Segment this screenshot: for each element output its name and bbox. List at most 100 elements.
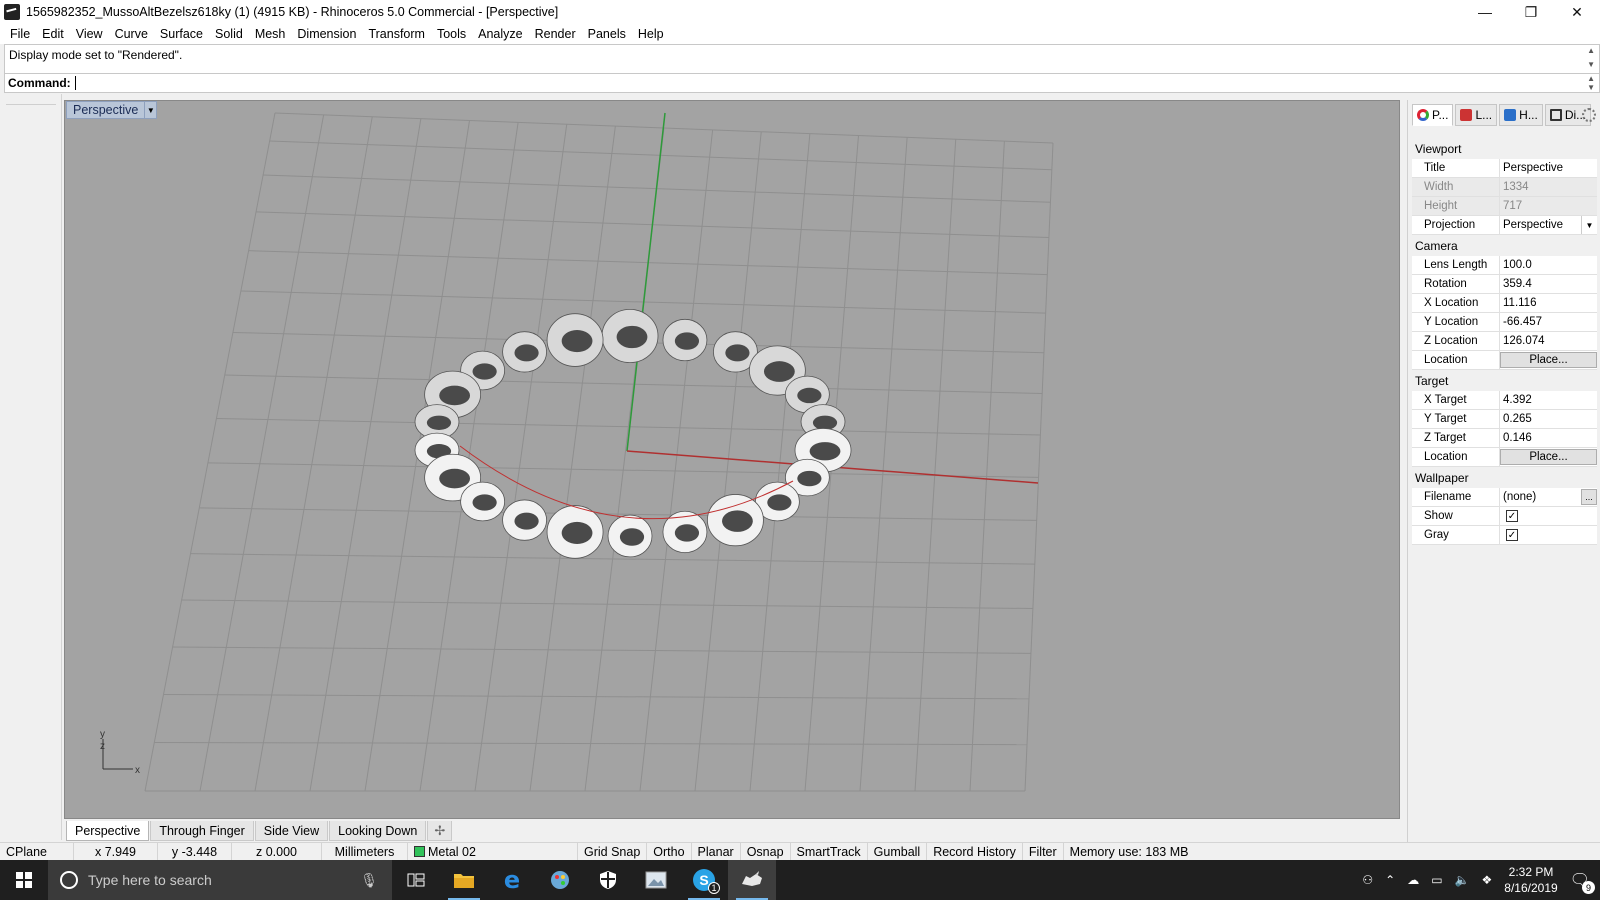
lens-length-field[interactable]: 100.0 [1500, 256, 1597, 274]
people-icon[interactable]: ⚇ [1362, 873, 1373, 887]
z-target-field[interactable]: 0.146 [1500, 429, 1597, 447]
tab-perspective[interactable]: Perspective [66, 821, 150, 841]
toolbar-grip[interactable] [6, 104, 56, 105]
menu-dimension[interactable]: Dimension [291, 27, 362, 41]
target-place-button[interactable]: Place... [1500, 449, 1597, 465]
layer-selector[interactable]: Metal 02 [408, 842, 578, 861]
tab-side-view[interactable]: Side View [254, 821, 329, 841]
x-target-field[interactable]: 4.392 [1500, 391, 1597, 409]
camera-place-button[interactable]: Place... [1500, 352, 1597, 368]
menu-curve[interactable]: Curve [109, 27, 154, 41]
edge-browser-icon[interactable]: e [488, 860, 536, 900]
show-checkbox[interactable]: ✓ [1506, 510, 1518, 522]
grid-line [199, 114, 325, 792]
properties-icon [1417, 109, 1429, 121]
menu-mesh[interactable]: Mesh [249, 27, 292, 41]
task-view-icon[interactable] [392, 860, 440, 900]
rhino-taskbar-icon[interactable] [728, 860, 776, 900]
add-viewport-tab-icon[interactable]: ✢ [427, 821, 453, 841]
tab-layers[interactable]: L... [1455, 104, 1498, 126]
action-center-icon[interactable]: 🗨 9 [1570, 870, 1595, 894]
windows-start-button[interactable] [0, 860, 48, 900]
dropbox-icon[interactable]: ❖ [1482, 873, 1493, 887]
security-shield-icon[interactable] [584, 860, 632, 900]
axis-label-z: z [100, 741, 105, 752]
gray-checkbox[interactable]: ✓ [1506, 529, 1518, 541]
bezel-ring-segment [707, 494, 764, 547]
spin-up-icon[interactable]: ▲ [1587, 74, 1595, 83]
menu-transform[interactable]: Transform [362, 27, 431, 41]
image-viewer-icon[interactable] [632, 860, 680, 900]
scroll-down-icon[interactable]: ▼ [1587, 60, 1595, 69]
perspective-viewport[interactable]: x y z Perspective ▼ [64, 100, 1400, 819]
viewport-title-field[interactable]: Perspective [1500, 159, 1597, 177]
gumball-toggle[interactable]: Gumball [868, 842, 928, 861]
skype-icon[interactable]: S 1 [680, 860, 728, 900]
viewport-scene[interactable]: x y z [65, 101, 1400, 819]
minimize-button[interactable]: — [1462, 0, 1508, 24]
title-bar: 1565982352_MussoAltBezelsz618ky (1) (491… [0, 0, 1600, 24]
browse-file-button[interactable]: ... [1581, 489, 1597, 505]
menu-render[interactable]: Render [529, 27, 582, 41]
menu-file[interactable]: File [4, 27, 36, 41]
osnap-toggle[interactable]: Osnap [741, 842, 791, 861]
taskbar-search-box[interactable]: Type here to search 🎙 [48, 860, 392, 900]
y-location-field[interactable]: -66.457 [1500, 313, 1597, 331]
file-explorer-icon[interactable] [440, 860, 488, 900]
prop-key: Location [1412, 448, 1500, 466]
prop-key: X Target [1412, 391, 1500, 409]
command-history[interactable]: Display mode set to "Rendered". ▲ ▼ [4, 44, 1600, 74]
chevron-up-icon[interactable]: ⌃ [1385, 873, 1395, 887]
taskbar-clock[interactable]: 2:32 PM 8/16/2019 [1504, 864, 1557, 896]
ring-model[interactable] [414, 308, 852, 559]
x-location-field[interactable]: 11.116 [1500, 294, 1597, 312]
scroll-up-icon[interactable]: ▲ [1587, 46, 1595, 55]
restore-button[interactable]: ❐ [1508, 0, 1554, 24]
cplane-toggle[interactable]: CPlane [0, 842, 74, 861]
menu-analyze[interactable]: Analyze [472, 27, 528, 41]
menu-solid[interactable]: Solid [209, 27, 249, 41]
close-button[interactable]: ✕ [1554, 0, 1600, 24]
y-target-field[interactable]: 0.265 [1500, 410, 1597, 428]
menu-view[interactable]: View [70, 27, 109, 41]
command-input-caret[interactable] [74, 76, 76, 90]
viewport-menu-icon[interactable]: ▼ [145, 101, 158, 119]
prop-row-filename: Filename (none) ... [1412, 488, 1597, 507]
gear-icon[interactable] [1582, 108, 1596, 122]
tab-through-finger[interactable]: Through Finger [150, 821, 254, 841]
tab-properties[interactable]: P... [1412, 104, 1454, 126]
menu-tools[interactable]: Tools [431, 27, 472, 41]
menu-help[interactable]: Help [632, 27, 670, 41]
network-icon[interactable]: ▭ [1431, 873, 1442, 887]
microphone-icon[interactable]: 🎙 [360, 872, 378, 889]
bezel-ring-segment [662, 318, 708, 362]
command-line[interactable]: Command: ▲ ▼ [4, 73, 1600, 93]
menu-surface[interactable]: Surface [154, 27, 209, 41]
planar-toggle[interactable]: Planar [692, 842, 741, 861]
units-display[interactable]: Millimeters [322, 842, 408, 861]
tab-help[interactable]: H... [1499, 104, 1543, 126]
menu-panels[interactable]: Panels [582, 27, 632, 41]
rotation-field[interactable]: 359.4 [1500, 275, 1597, 293]
wallpaper-filename-field[interactable]: (none) [1500, 488, 1581, 506]
tab-looking-down[interactable]: Looking Down [329, 821, 427, 841]
spin-down-icon[interactable]: ▼ [1587, 83, 1595, 92]
projection-select[interactable]: Perspective [1500, 216, 1581, 234]
volume-icon[interactable]: 🔈 [1455, 873, 1470, 887]
menu-edit[interactable]: Edit [36, 27, 70, 41]
record-history-toggle[interactable]: Record History [927, 842, 1023, 861]
paint-app-icon[interactable] [536, 860, 584, 900]
viewport-title-label[interactable]: Perspective ▼ [66, 101, 158, 119]
smarttrack-toggle[interactable]: SmartTrack [791, 842, 868, 861]
z-location-field[interactable]: 126.074 [1500, 332, 1597, 350]
prop-key: Y Location [1412, 313, 1500, 331]
viewport-name[interactable]: Perspective [66, 101, 146, 119]
chevron-down-icon[interactable]: ▼ [1581, 216, 1597, 234]
ortho-toggle[interactable]: Ortho [647, 842, 692, 861]
onedrive-cloud-icon[interactable]: ☁ [1407, 873, 1419, 887]
filter-toggle[interactable]: Filter [1023, 842, 1064, 861]
grid-line [859, 137, 908, 792]
section-camera: Camera [1412, 235, 1597, 256]
prop-row-lens: Lens Length 100.0 [1412, 256, 1597, 275]
grid-snap-toggle[interactable]: Grid Snap [578, 842, 648, 861]
